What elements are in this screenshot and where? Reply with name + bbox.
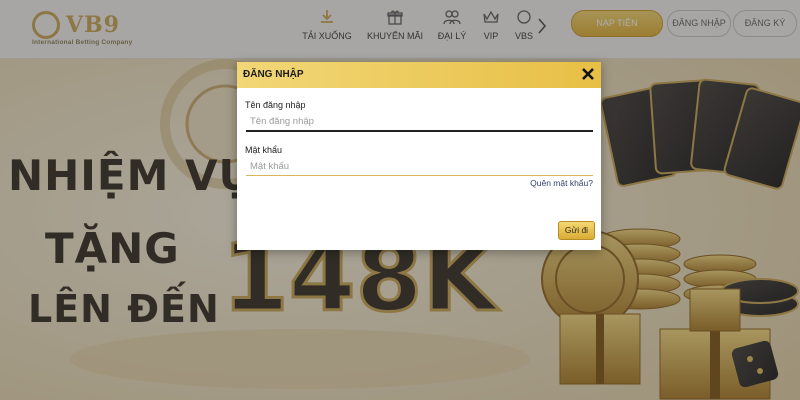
username-label: Tên đăng nhập bbox=[245, 100, 306, 110]
password-underline bbox=[246, 175, 593, 176]
close-icon[interactable] bbox=[581, 66, 595, 82]
username-underline bbox=[246, 130, 593, 132]
username-input[interactable] bbox=[246, 112, 593, 130]
password-label: Mật khẩu bbox=[245, 145, 283, 155]
modal-title: ĐĂNG NHẬP bbox=[243, 69, 304, 80]
password-input[interactable] bbox=[246, 157, 593, 175]
forgot-password-link[interactable]: Quên mật khẩu? bbox=[530, 178, 593, 188]
modal-header: ĐĂNG NHẬP bbox=[237, 62, 601, 88]
submit-button[interactable]: Gửi đi bbox=[558, 221, 595, 240]
login-modal: ĐĂNG NHẬP Tên đăng nhập Mật khẩu Quên mậ… bbox=[237, 62, 601, 250]
